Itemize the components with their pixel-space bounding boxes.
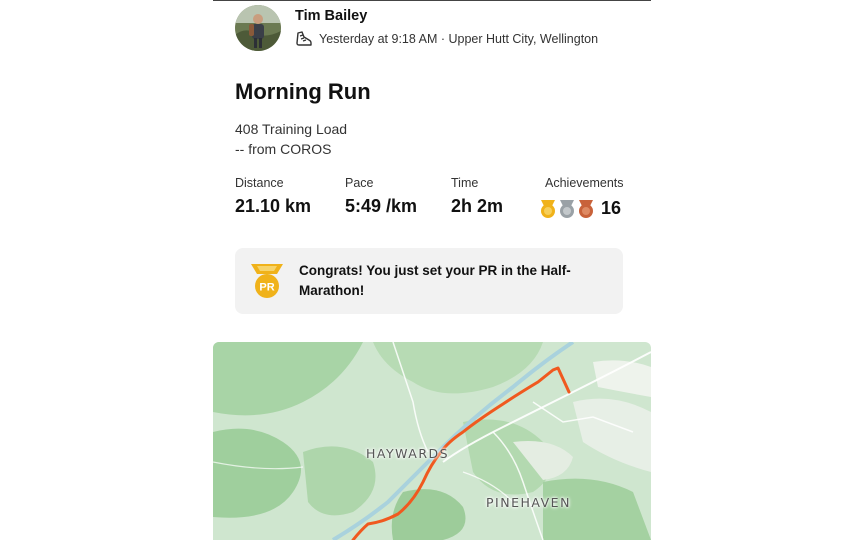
activity-card[interactable]: Tim Bailey Yesterday at 9:18 AM · Upper … (213, 0, 651, 540)
pace-label: Pace (345, 176, 374, 190)
map-label-haywards: HAYWARDS (366, 446, 450, 461)
time-label: Time (451, 176, 479, 190)
achievements-label: Achievements (545, 176, 624, 190)
time-value: 2h 2m (451, 196, 504, 216)
pr-badge-text: PR (259, 282, 274, 294)
avatar[interactable] (235, 5, 281, 51)
silver-medal-icon (560, 200, 574, 218)
map-canvas (213, 342, 651, 540)
device-source: -- from COROS (235, 141, 332, 157)
pr-banner[interactable]: PR Congrats! You just set your PR in the… (235, 248, 623, 314)
activity-title[interactable]: Morning Run (235, 79, 371, 105)
top-divider (213, 0, 651, 1)
athlete-name[interactable]: Tim Bailey (295, 8, 367, 24)
route-map[interactable]: HAYWARDS PINEHAVEN (213, 342, 651, 540)
training-load: 408 Training Load -- from COROS (235, 119, 347, 159)
gold-medal-icon (541, 200, 555, 218)
distance-value: 21.10 km (235, 196, 312, 216)
activity-meta: Yesterday at 9:18 AM · Upper Hutt City, … (295, 30, 598, 48)
training-load-value: 408 Training Load (235, 121, 348, 137)
medal-icons (541, 200, 593, 218)
shoe-icon (296, 31, 312, 46)
map-label-pinehaven: PINEHAVEN (486, 495, 571, 510)
achievements-count: 16 (601, 197, 622, 218)
distance-label: Distance (235, 176, 284, 190)
activity-meta-text: Yesterday at 9:18 AM · Upper Hutt City, … (319, 32, 599, 46)
pace-value: 5:49 /km (345, 196, 418, 216)
pr-message: Congrats! You just set your PR in the Ha… (299, 263, 571, 298)
bronze-medal-icon (579, 200, 593, 218)
pr-badge-icon: PR (251, 264, 283, 298)
achievements-summary[interactable]: 16 (539, 197, 621, 219)
